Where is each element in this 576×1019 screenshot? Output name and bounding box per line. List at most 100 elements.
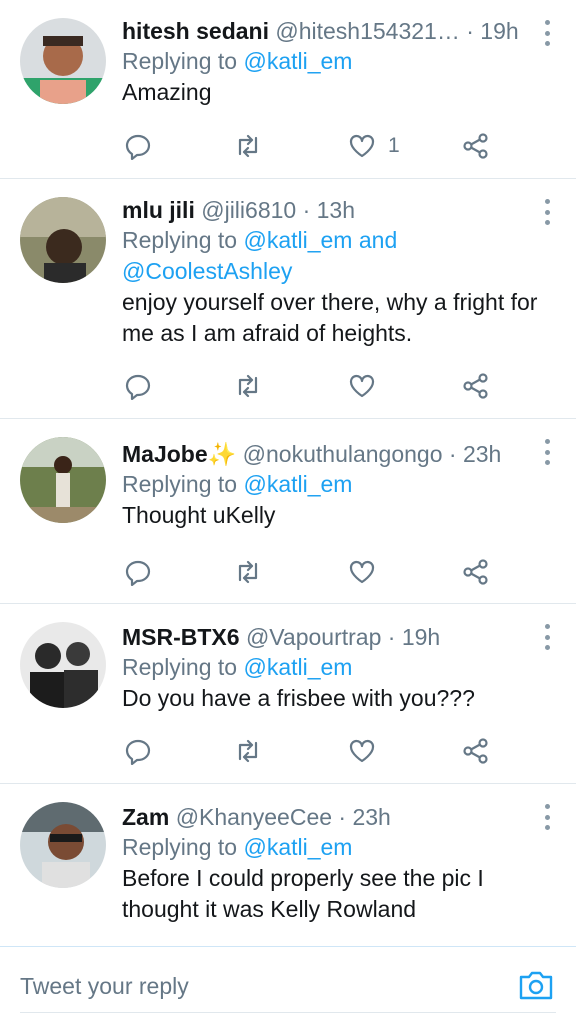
more-vertical-icon[interactable] [540, 439, 554, 465]
action-bar [122, 371, 502, 401]
divider [20, 1012, 556, 1013]
avatar[interactable] [20, 197, 106, 283]
share-button[interactable] [462, 371, 490, 401]
timestamp: · 23h [338, 804, 391, 830]
tweet-header: Zam @KhanyeeCee · 23h [122, 802, 556, 832]
retweet-button[interactable] [234, 557, 262, 587]
like-button[interactable] [348, 736, 388, 766]
tweet[interactable]: MaJobe✨ @nokuthulangongo · 23h Replying … [0, 419, 576, 604]
tweet-header: mlu jili @jili6810 · 13h [122, 195, 556, 225]
handle[interactable]: @Vapourtrap [246, 624, 381, 650]
reply-icon [125, 739, 151, 765]
handle[interactable]: @KhanyeeCee [176, 804, 332, 830]
retweet-icon [238, 134, 258, 158]
handle[interactable]: @hitesh154321… [275, 18, 459, 44]
replying-label: Replying to [122, 834, 238, 860]
handle[interactable]: @nokuthulangongo [243, 441, 443, 467]
replying-line-2: @CoolestAshley [122, 256, 556, 287]
tweet-header: MSR-BTX6 @Vapourtrap · 19h [122, 622, 556, 652]
reply-input[interactable]: Tweet your reply [20, 973, 189, 1000]
reply-button[interactable] [124, 557, 152, 587]
reply-button[interactable] [124, 131, 152, 161]
tweet-text-line: Before I could properly see the pic I [122, 865, 484, 891]
action-bar [122, 736, 502, 766]
display-name[interactable]: Zam [122, 804, 169, 830]
replying-line: Replying to @katli_em [122, 652, 556, 683]
like-button[interactable] [348, 371, 388, 401]
mention-link[interactable]: @katli_em [243, 227, 352, 253]
heart-icon [349, 374, 375, 398]
tweet-text-line: Do you have a frisbee with you??? [122, 685, 475, 711]
like-button[interactable]: 1 [348, 131, 400, 161]
reply-button[interactable] [124, 736, 152, 766]
retweet-icon [238, 374, 258, 398]
reply-button[interactable] [124, 371, 152, 401]
timestamp: · 19h [387, 624, 441, 650]
retweet-icon [238, 560, 258, 584]
mention-link[interactable]: @katli_em [243, 834, 352, 860]
tweet-text: enjoy yourself over there, why a fright … [122, 287, 556, 349]
heart-icon [349, 134, 375, 158]
share-icon [463, 559, 488, 585]
share-button[interactable] [462, 557, 490, 587]
timestamp: · 13h [302, 197, 356, 223]
reply-icon [125, 560, 151, 586]
tweet-text: Amazing [122, 77, 556, 108]
display-name[interactable]: hitesh sedani [122, 18, 269, 44]
share-icon [463, 133, 488, 159]
mention-link[interactable]: @katli_em [243, 471, 352, 497]
display-name[interactable]: MSR-BTX6 [122, 624, 240, 650]
tweet[interactable]: mlu jili @jili6810 · 13h Replying to @ka… [0, 179, 576, 419]
tweet-header: hitesh sedani @hitesh154321… · 19h [122, 16, 556, 46]
retweet-button[interactable] [234, 131, 262, 161]
retweet-button[interactable] [234, 371, 262, 401]
share-button[interactable] [462, 131, 490, 161]
camera-icon[interactable] [518, 969, 554, 1001]
retweet-icon [238, 739, 258, 763]
retweet-button[interactable] [234, 736, 262, 766]
handle[interactable]: @jili6810 [201, 197, 296, 223]
avatar[interactable] [20, 802, 106, 888]
tweet-text-line: enjoy yourself over there, why a fright … [122, 289, 538, 315]
replying-line: Replying to @katli_em [122, 46, 556, 77]
tweet-text: Thought uKelly [122, 500, 556, 531]
reply-composer: Tweet your reply [0, 946, 576, 1019]
more-vertical-icon[interactable] [540, 804, 554, 830]
like-count: 1 [388, 134, 400, 157]
like-button[interactable] [348, 557, 388, 587]
heart-icon [349, 560, 375, 584]
tweet-text-line: Amazing [122, 79, 212, 105]
reply-icon [125, 134, 151, 160]
reply-icon [125, 374, 151, 400]
replying-and: and [358, 227, 398, 253]
avatar[interactable] [20, 622, 106, 708]
replying-label: Replying to [122, 471, 238, 497]
more-vertical-icon[interactable] [540, 20, 554, 46]
tweet-header: MaJobe✨ @nokuthulangongo · 23h [122, 439, 556, 469]
mention-link[interactable]: @katli_em [243, 48, 352, 74]
display-name[interactable]: MaJobe✨ [122, 441, 236, 467]
tweet-text: Before I could properly see the pic I th… [122, 863, 556, 925]
heart-icon [349, 739, 375, 763]
replying-line: Replying to @katli_em [122, 832, 556, 863]
tweet-text-line: thought it was Kelly Rowland [122, 896, 417, 922]
tweet[interactable]: MSR-BTX6 @Vapourtrap · 19h Replying to @… [0, 604, 576, 784]
avatar[interactable] [20, 18, 106, 104]
more-vertical-icon[interactable] [540, 199, 554, 225]
mention-link[interactable]: @katli_em [243, 654, 352, 680]
tweet-text-line: Thought uKelly [122, 502, 276, 528]
replying-label: Replying to [122, 654, 238, 680]
avatar[interactable] [20, 437, 106, 523]
tweet[interactable]: Zam @KhanyeeCee · 23h Replying to @katli… [0, 784, 576, 946]
share-icon [463, 738, 488, 764]
share-button[interactable] [462, 736, 490, 766]
share-icon [463, 373, 488, 399]
display-name[interactable]: mlu jili [122, 197, 195, 223]
tweet-text-line: me as I am afraid of heights. [122, 320, 413, 346]
more-vertical-icon[interactable] [540, 624, 554, 650]
timestamp: · 19h [466, 18, 519, 44]
replying-label: Replying to [122, 227, 238, 253]
tweet-text: Do you have a frisbee with you??? [122, 683, 556, 714]
mention-link[interactable]: @CoolestAshley [122, 258, 292, 284]
tweet[interactable]: hitesh sedani @hitesh154321… · 19h Reply… [0, 0, 576, 179]
